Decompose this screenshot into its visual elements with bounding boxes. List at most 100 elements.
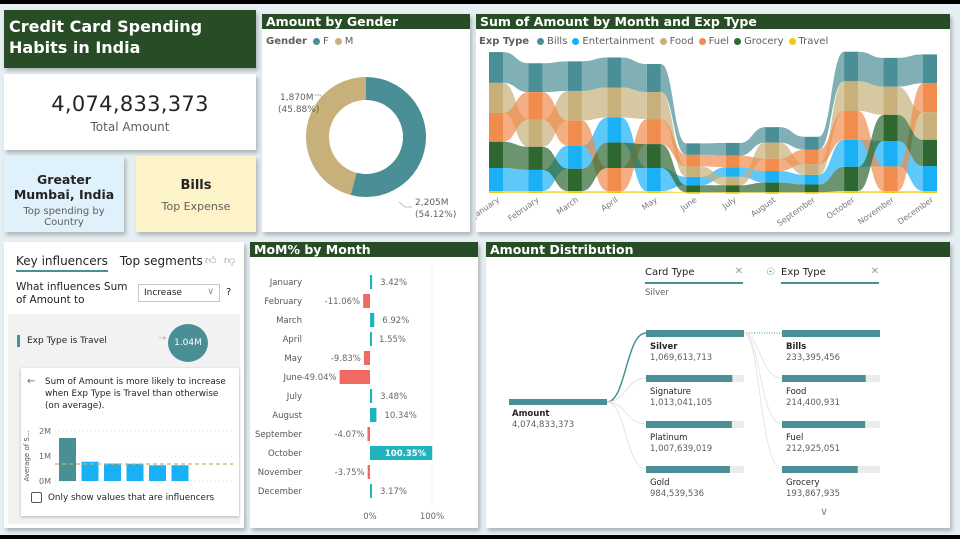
tab-top-segments[interactable]: Top segments <box>120 254 203 272</box>
ribbon-segment-grocery[interactable] <box>646 144 661 168</box>
ribbon-segment-entertainment[interactable] <box>489 167 503 192</box>
thumbs-up-icon[interactable]: 👍︎ <box>205 254 217 267</box>
ribbon-segment-food[interactable] <box>923 112 937 140</box>
ribbon-chart[interactable]: January February March April May June July Augu… <box>476 50 950 230</box>
ribbon-segment-bills[interactable] <box>567 61 582 91</box>
expand-chevron-icon[interactable]: ∨ <box>820 505 828 518</box>
ribbon-segment-grocery[interactable] <box>607 142 622 168</box>
exp-type-bar[interactable] <box>782 466 858 473</box>
ki-bar-chart[interactable]: Average of S... 2M 1M 0M <box>21 423 239 489</box>
ribbon-segment-bills[interactable] <box>923 54 937 84</box>
ribbon-segment-bills[interactable] <box>844 51 859 82</box>
ribbon-segment-food[interactable] <box>686 166 701 177</box>
ribbon-segment-fuel[interactable] <box>686 154 701 167</box>
decomposition-tree[interactable]: Amount4,074,833,373 Silver1,069,613,713 Si… <box>486 242 950 528</box>
ribbon-segment-grocery[interactable] <box>765 182 780 193</box>
ribbon-segment-travel[interactable] <box>567 191 582 193</box>
ribbon-segment-food[interactable] <box>489 82 503 113</box>
ribbon-segment-bills[interactable] <box>528 63 543 93</box>
ribbon-segment-grocery[interactable] <box>725 185 740 193</box>
ribbon-segment-travel[interactable] <box>844 191 859 193</box>
tab-key-influencers[interactable]: Key influencers <box>16 254 108 272</box>
ribbon-segment-travel[interactable] <box>607 191 622 193</box>
exp-type-bar[interactable] <box>782 375 866 382</box>
ribbon-segment-food[interactable] <box>844 81 859 111</box>
ribbon-segment-grocery[interactable] <box>489 141 503 168</box>
ribbon-segment-bills[interactable] <box>686 143 701 155</box>
legend-dot-fuel[interactable] <box>698 38 706 45</box>
ribbon-segment-travel[interactable] <box>528 191 543 193</box>
ribbon-segment-fuel[interactable] <box>489 112 503 142</box>
ki-bar[interactable] <box>59 438 76 481</box>
ki-checkbox-row[interactable]: Only show values that are influencers <box>31 492 214 503</box>
mom-bar[interactable] <box>370 484 372 498</box>
mom-bar-chart[interactable]: January 3.42% February -11.06% March 6.92% Apr… <box>250 257 478 527</box>
ribbon-segment-fuel[interactable] <box>607 167 622 192</box>
ribbon-segment-fuel[interactable] <box>528 92 543 120</box>
ribbon-segment-entertainment[interactable] <box>765 171 780 183</box>
legend-dot-entertainment[interactable] <box>572 38 580 45</box>
ribbon-segment-fuel[interactable] <box>844 110 859 140</box>
ribbon-segment-fuel[interactable] <box>567 120 582 146</box>
ribbon-segment-food[interactable] <box>765 142 780 159</box>
ribbon-segment-travel[interactable] <box>923 191 937 193</box>
ribbon-segment-bills[interactable] <box>725 142 740 156</box>
ribbon-segment-travel[interactable] <box>646 191 661 193</box>
card-type-bar[interactable] <box>646 375 733 382</box>
mom-bar[interactable] <box>370 313 375 327</box>
legend-label-entertainment[interactable]: Entertainment <box>582 36 654 47</box>
legend-label-grocery[interactable]: Grocery <box>744 36 783 47</box>
ribbon-segment-travel[interactable] <box>725 192 740 194</box>
card-type-bar[interactable] <box>646 421 732 428</box>
ribbon-segment-bills[interactable] <box>804 136 819 150</box>
ribbon-segment-food[interactable] <box>725 176 740 186</box>
mom-bar[interactable] <box>363 351 370 365</box>
ribbon-segment-fuel[interactable] <box>646 119 661 145</box>
legend-dot-travel[interactable] <box>788 38 796 45</box>
ribbon-segment-bills[interactable] <box>646 64 661 93</box>
mom-bar[interactable] <box>370 275 373 289</box>
legend-label-bills[interactable]: Bills <box>547 36 567 47</box>
ribbon-segment-fuel[interactable] <box>804 149 819 165</box>
ki-bar[interactable] <box>104 463 121 482</box>
legend-label-food[interactable]: Food <box>670 36 694 47</box>
help-icon[interactable]: ? <box>226 287 231 298</box>
ribbon-segment-bills[interactable] <box>765 127 780 143</box>
thumbs-down-icon[interactable]: 👎︎ <box>224 254 235 267</box>
ribbon-segment-bills[interactable] <box>883 57 898 87</box>
ribbon-segment-entertainment[interactable] <box>567 145 582 169</box>
legend-dot-grocery[interactable] <box>734 38 742 45</box>
legend-dot-m[interactable] <box>334 38 342 45</box>
mom-bar[interactable] <box>367 465 370 479</box>
legend-dot-food[interactable] <box>659 38 667 45</box>
ribbon-segment-entertainment[interactable] <box>607 117 622 143</box>
ribbon-segment-entertainment[interactable] <box>686 176 701 186</box>
back-arrow-icon[interactable]: ← <box>27 376 35 387</box>
ribbon-segment-fuel[interactable] <box>765 158 780 172</box>
ribbon-segment-food[interactable] <box>804 164 819 175</box>
ribbon-segment-entertainment[interactable] <box>844 139 859 167</box>
mom-bar[interactable] <box>339 370 370 384</box>
ki-bar[interactable] <box>81 461 99 481</box>
ribbon-segment-travel[interactable] <box>686 192 701 194</box>
card-type-bar[interactable] <box>646 466 730 473</box>
influencers-only-checkbox[interactable] <box>31 492 42 503</box>
ki-bar[interactable] <box>149 465 166 481</box>
mom-bar[interactable] <box>367 427 370 441</box>
card-type-bar[interactable] <box>646 330 744 337</box>
ribbon-segment-fuel[interactable] <box>923 83 937 113</box>
ribbon-segment-food[interactable] <box>883 86 898 115</box>
ki-bar[interactable] <box>171 465 189 481</box>
ribbon-segment-food[interactable] <box>567 90 582 121</box>
legend-dot-f[interactable] <box>312 38 320 45</box>
ribbon-segment-fuel[interactable] <box>883 166 898 192</box>
ribbon-segment-entertainment[interactable] <box>725 167 740 177</box>
ribbon-segment-entertainment[interactable] <box>883 141 898 167</box>
mom-bar[interactable] <box>363 294 370 308</box>
mom-bar[interactable] <box>370 389 373 403</box>
mom-bar[interactable] <box>370 408 377 422</box>
ribbon-segment-bills[interactable] <box>607 57 622 88</box>
ki-factor-row[interactable]: Exp Type is Travel → 1.04M <box>8 324 240 362</box>
ribbon-segment-grocery[interactable] <box>923 139 937 167</box>
ki-dropdown[interactable]: Increase ∨ <box>138 284 220 302</box>
